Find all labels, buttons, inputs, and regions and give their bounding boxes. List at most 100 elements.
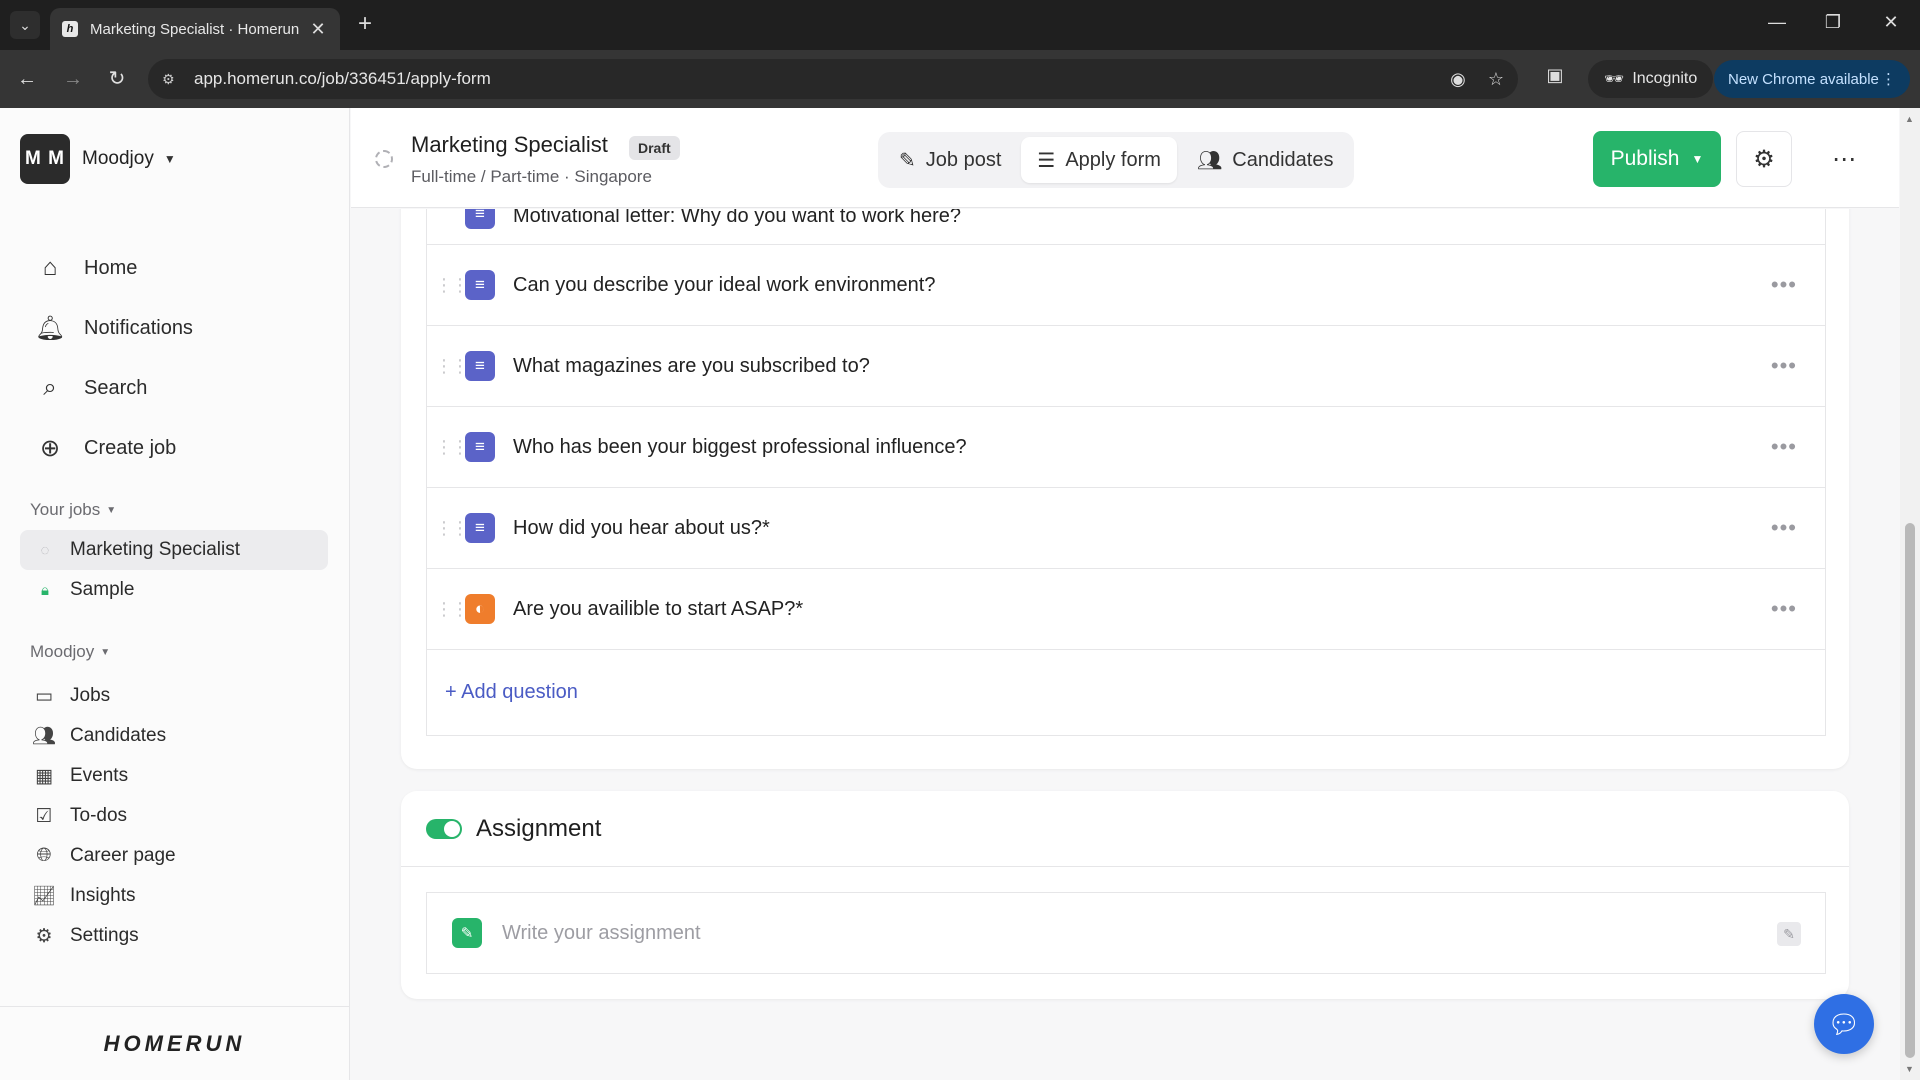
job-title: Marketing Specialist — [411, 132, 608, 157]
address-bar[interactable]: ⚙ app.homerun.co/job/336451/apply-form ◉… — [148, 59, 1518, 99]
assignment-doc-icon: ✎ — [452, 918, 482, 948]
nav-label: Home — [84, 256, 138, 279]
text-question-icon: ≡ — [465, 351, 495, 381]
tab-close-icon[interactable]: ✕ — [308, 19, 328, 40]
minimize-window-button[interactable]: — — [1762, 12, 1792, 33]
restore-window-button[interactable]: ❐ — [1818, 12, 1848, 33]
assignment-title: Assignment — [476, 814, 602, 842]
page-scrollbar[interactable]: ▲ ▼ — [1900, 108, 1920, 1080]
question-row[interactable]: ⋮⋮ ≡ How did you hear about us?* ••• — [427, 487, 1825, 568]
nav-settings[interactable]: ⚙ Settings — [30, 916, 176, 956]
tab-apply-form[interactable]: ☰ Apply form — [1021, 137, 1177, 183]
nav-notifications[interactable]: 🔔︎ Notifications — [30, 298, 193, 358]
nav-label: Jobs — [70, 685, 111, 706]
nav-events[interactable]: ▦ Events — [30, 756, 176, 796]
nav-career-page[interactable]: 🌐︎ Career page — [30, 836, 175, 876]
drag-handle-icon[interactable]: ⋮⋮ — [435, 600, 469, 618]
nav-search[interactable]: ⌕ Search — [30, 358, 193, 418]
question-label: How did you hear about us?* — [513, 516, 770, 539]
forward-button[interactable]: → — [58, 65, 88, 93]
job-label: Sample — [70, 579, 135, 600]
search-icon: ⌕ — [43, 374, 57, 401]
url-text: app.homerun.co/job/336451/apply-form — [194, 69, 491, 88]
question-row[interactable]: ⋮⋮ ◐ Are you availible to start ASAP?* •… — [427, 568, 1825, 649]
bookmark-star-icon[interactable]: ☆ — [1488, 69, 1504, 90]
more-horizontal-icon[interactable]: ••• — [1771, 596, 1797, 622]
apply-form-content: ≡ Motivational letter: Why do you want t… — [351, 209, 1899, 1080]
pencil-icon: ✎ — [899, 149, 916, 172]
question-row[interactable]: ≡ Motivational letter: Why do you want t… — [427, 209, 1825, 244]
scrollbar-thumb[interactable] — [1905, 523, 1915, 1058]
org-name: Moodjoy — [82, 148, 154, 169]
drag-handle-icon[interactable]: ⋮⋮ — [435, 438, 469, 456]
drag-handle-icon[interactable]: ⋮⋮ — [435, 276, 469, 294]
tracking-protection-eye-icon[interactable]: ◉ — [1450, 69, 1466, 90]
browser-tab-bar: ⌄ h Marketing Specialist · Homerun ✕ + —… — [0, 0, 1920, 50]
more-horizontal-icon[interactable]: ••• — [1771, 515, 1797, 541]
more-horizontal-icon[interactable]: ••• — [1771, 272, 1797, 298]
question-label: Can you describe your ideal work environ… — [513, 273, 936, 296]
gear-icon: ⚙ — [1753, 145, 1775, 173]
sidebar-job-sample[interactable]: 🔒︎ Sample — [20, 570, 328, 610]
sidebar-job-marketing-specialist[interactable]: ◌ Marketing Specialist — [20, 530, 328, 570]
tab-search-button[interactable]: ⌄ — [10, 11, 40, 39]
site-info-icon[interactable]: ⚙ — [162, 71, 184, 88]
more-horizontal-icon[interactable]: ••• — [1771, 353, 1797, 379]
tab-candidates[interactable]: 👥︎ Candidates — [1181, 137, 1350, 183]
chevron-down-icon: ▼ — [106, 504, 117, 516]
publish-button[interactable]: Publish ▼ — [1593, 131, 1721, 187]
incognito-label: Incognito — [1632, 70, 1698, 87]
tab-label: Job post — [925, 148, 1002, 171]
more-horizontal-icon[interactable]: ••• — [1771, 434, 1797, 460]
your-jobs-section-toggle[interactable]: Your jobs ▼ — [30, 500, 116, 520]
plus-circle-icon: ⊕ — [39, 434, 61, 462]
assignment-editor[interactable]: ✎ Write your assignment ✎ — [426, 892, 1826, 974]
question-row[interactable]: ⋮⋮ ≡ What magazines are you subscribed t… — [427, 325, 1825, 406]
lock-icon: 🔒︎ — [41, 581, 49, 599]
chat-icon: 💬︎ — [1827, 1008, 1861, 1039]
gear-icon: ⚙ — [35, 925, 53, 947]
section-label: Your jobs — [30, 500, 101, 519]
globe-icon: 🌐︎ — [36, 845, 52, 866]
text-question-icon: ≡ — [465, 513, 495, 543]
edit-icon[interactable]: ✎ — [1777, 922, 1801, 946]
nav-home[interactable]: ⌂ Home — [30, 238, 193, 298]
scroll-down-arrow-icon[interactable]: ▼ — [1905, 1064, 1914, 1074]
question-row[interactable]: ⋮⋮ ≡ Can you describe your ideal work en… — [427, 244, 1825, 325]
incognito-indicator[interactable]: 🕶 Incognito — [1588, 60, 1714, 98]
side-panel-icon[interactable]: ▣ — [1542, 65, 1568, 91]
bell-icon: 🔔︎ — [34, 314, 66, 342]
drag-handle-icon[interactable]: ⋮⋮ — [435, 519, 469, 537]
nav-candidates[interactable]: 👥︎ Candidates — [30, 716, 176, 756]
nav-insights[interactable]: 📈︎ Insights — [30, 876, 176, 916]
nav-label: Search — [84, 376, 148, 399]
homerun-logo: HOMERUN — [103, 1030, 246, 1056]
nav-label: Candidates — [70, 725, 167, 746]
close-window-button[interactable]: ✕ — [1876, 12, 1906, 33]
nav-create-job[interactable]: ⊕ Create job — [30, 418, 193, 478]
list-icon: ☰ — [1037, 149, 1056, 172]
nav-todos[interactable]: ☑ To-dos — [30, 796, 176, 836]
add-question-button[interactable]: + Add question — [427, 649, 1825, 735]
reload-button[interactable]: ↻ — [102, 65, 132, 93]
scroll-up-arrow-icon[interactable]: ▲ — [1905, 114, 1914, 124]
org-avatar: M M — [20, 134, 70, 184]
question-row[interactable]: ⋮⋮ ≡ Who has been your biggest professio… — [427, 406, 1825, 487]
assignment-toggle[interactable] — [426, 818, 462, 839]
drag-handle-icon[interactable]: ⋮⋮ — [435, 357, 469, 375]
org-switcher[interactable]: M M Moodjoy ▼ — [20, 134, 176, 184]
back-button[interactable]: ← — [12, 65, 42, 93]
tab-job-post[interactable]: ✎ Job post — [883, 137, 1017, 183]
app-sidebar: M M Moodjoy ▼ ⌂ Home 🔔︎ Notifications ⌕ … — [0, 108, 350, 1080]
update-label: New Chrome available — [1728, 70, 1879, 88]
new-tab-button[interactable]: + — [352, 10, 378, 38]
question-label: Motivational letter: Why do you want to … — [513, 209, 961, 227]
chrome-update-button[interactable]: New Chrome available ⋮ — [1714, 60, 1910, 98]
org-section-toggle[interactable]: Moodjoy ▼ — [30, 642, 110, 662]
more-options-button[interactable]: ⋯ — [1816, 131, 1872, 187]
support-chat-button[interactable]: 💬︎ — [1814, 994, 1874, 1054]
nav-jobs[interactable]: ▭ Jobs — [30, 676, 176, 716]
job-settings-button[interactable]: ⚙ — [1736, 131, 1792, 187]
browser-tab[interactable]: h Marketing Specialist · Homerun ✕ — [50, 8, 340, 50]
question-label: What magazines are you subscribed to? — [513, 354, 870, 377]
